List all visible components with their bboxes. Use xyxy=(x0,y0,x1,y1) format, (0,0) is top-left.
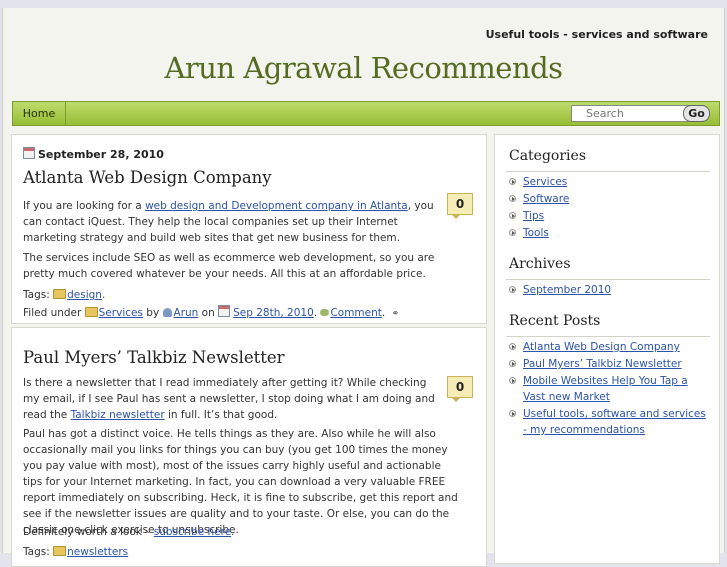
text: . xyxy=(231,526,235,538)
tags-label: Tags: xyxy=(23,546,54,558)
post-paragraph: Definitely worth a look – subscribe here… xyxy=(23,524,441,540)
archives-list: September 2010 xyxy=(509,282,709,299)
sidebar-item-recent: Atlanta Web Design Company xyxy=(509,339,709,355)
recent-post-link[interactable]: Paul Myers’ Talkbiz Newsletter xyxy=(523,358,682,370)
comment-count-badge[interactable]: 0 xyxy=(447,193,473,219)
bullet-icon xyxy=(509,212,516,219)
nav-bar: Home Go xyxy=(12,101,720,126)
comment-count-badge[interactable]: 0 xyxy=(447,376,473,402)
bullet-icon xyxy=(509,286,516,293)
bullet-icon xyxy=(509,178,516,185)
bullet-icon xyxy=(509,195,516,202)
category-link[interactable]: Tips xyxy=(523,210,544,222)
sidebar-item-category: Tips xyxy=(509,208,709,224)
calendar-icon xyxy=(23,147,35,159)
sidebar-item-recent: Useful tools, software and services - my… xyxy=(509,406,709,438)
tag-link[interactable]: newsletters xyxy=(67,546,128,558)
post-paragraph: Paul has got a distinct voice. He tells … xyxy=(23,428,458,536)
post-title[interactable]: Atlanta Web Design Company xyxy=(23,168,272,187)
post-paragraph: The services include SEO as well as ecom… xyxy=(23,252,435,280)
text: Definitely worth a look – xyxy=(23,526,154,538)
post-title[interactable]: Paul Myers’ Talkbiz Newsletter xyxy=(23,348,285,367)
tag-link[interactable]: design xyxy=(67,289,102,301)
archive-link[interactable]: September 2010 xyxy=(523,284,611,296)
comment-icon xyxy=(320,309,330,316)
post-paragraph: If you are looking for a web design and … xyxy=(23,198,441,246)
sidebar-item-recent: Mobile Websites Help You Tap a Vast new … xyxy=(509,373,709,405)
author-link[interactable]: Arun xyxy=(174,307,199,319)
divider xyxy=(506,171,710,172)
sidebar-heading-recent-posts: Recent Posts xyxy=(509,313,601,329)
post-card: September 28, 2010 Atlanta Web Design Co… xyxy=(11,134,487,324)
bullet-icon xyxy=(509,377,516,384)
calendar-icon xyxy=(218,305,231,317)
bullet-icon xyxy=(509,410,516,417)
folder-icon xyxy=(53,289,67,299)
text: in full. It’s that good. xyxy=(164,409,278,421)
sidebar-heading-archives: Archives xyxy=(509,256,571,272)
sidebar: Categories Services Software Tips Tools … xyxy=(494,134,720,564)
sidebar-item-category: Software xyxy=(509,191,709,207)
meta-text: Filed under xyxy=(23,307,85,319)
bullet-icon xyxy=(509,229,516,236)
post-meta: Filed under Services by Arun on Sep 28th… xyxy=(23,305,400,319)
bullet-icon xyxy=(509,360,516,367)
meta-text: by xyxy=(142,307,163,319)
divider xyxy=(506,279,710,280)
recent-posts-list: Atlanta Web Design Company Paul Myers’ T… xyxy=(509,339,709,439)
site-tagline: Useful tools - services and software xyxy=(485,28,708,41)
post-date: September 28, 2010 xyxy=(23,147,164,161)
post-date-text: September 28, 2010 xyxy=(38,148,164,161)
date-link[interactable]: Sep 28th, 2010 xyxy=(233,307,314,319)
sidebar-item-archive: September 2010 xyxy=(509,282,709,298)
category-link[interactable]: Services xyxy=(523,176,567,188)
categories-list: Services Software Tips Tools xyxy=(509,174,709,242)
subscribe-link[interactable]: subscribe here xyxy=(154,526,231,538)
tags-label: Tags: xyxy=(23,289,54,301)
category-link[interactable]: Software xyxy=(523,193,569,205)
sidebar-item-recent: Paul Myers’ Talkbiz Newsletter xyxy=(509,356,709,372)
folder-icon xyxy=(53,546,67,556)
category-link[interactable]: Services xyxy=(99,307,143,319)
rss-icon[interactable]: ⚭ xyxy=(392,309,400,319)
recent-post-link[interactable]: Atlanta Web Design Company xyxy=(523,341,680,353)
recent-post-link[interactable]: Useful tools, software and services - my… xyxy=(523,408,706,436)
text: If you are looking for a xyxy=(23,200,146,212)
post-link[interactable]: web design and Development company in At… xyxy=(145,200,408,212)
sidebar-item-category: Tools xyxy=(509,225,709,241)
post-link[interactable]: Talkbiz newsletter xyxy=(71,409,165,421)
search-go-button[interactable]: Go xyxy=(683,105,710,122)
meta-text: on xyxy=(198,307,219,319)
sidebar-heading-categories: Categories xyxy=(509,148,586,164)
post-card: Paul Myers’ Talkbiz Newsletter 0 Is ther… xyxy=(11,327,487,567)
folder-icon xyxy=(84,307,98,317)
page-container: Useful tools - services and software Aru… xyxy=(2,8,725,567)
category-link[interactable]: Tools xyxy=(523,227,549,239)
bullet-icon xyxy=(509,343,516,350)
recent-post-link[interactable]: Mobile Websites Help You Tap a Vast new … xyxy=(523,375,688,403)
post-tags: Tags: design. xyxy=(23,289,106,301)
comment-link[interactable]: Comment xyxy=(330,307,381,319)
user-icon xyxy=(162,308,172,317)
nav-home-link[interactable]: Home xyxy=(13,102,66,125)
divider xyxy=(506,336,710,337)
site-title[interactable]: Arun Agrawal Recommends xyxy=(3,51,724,85)
sidebar-item-category: Services xyxy=(509,174,709,190)
post-paragraph: Is there a newsletter that I read immedi… xyxy=(23,375,441,423)
post-tags: Tags: newsletters xyxy=(23,544,441,560)
search-input[interactable] xyxy=(571,105,693,122)
